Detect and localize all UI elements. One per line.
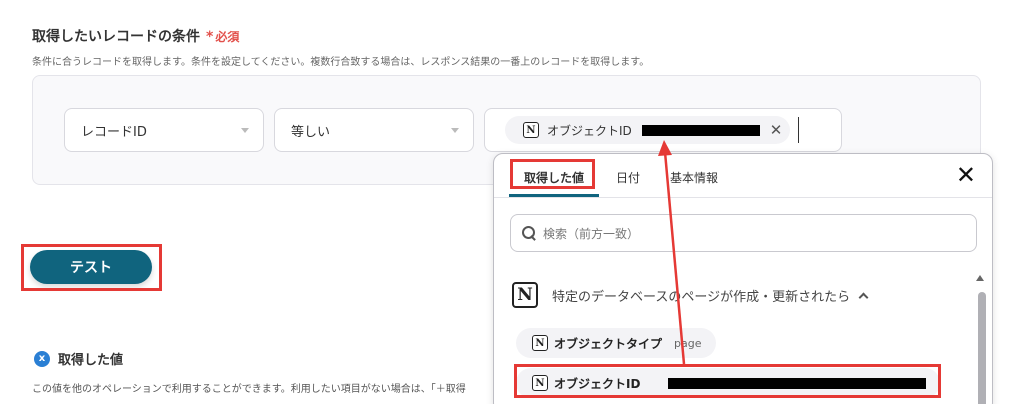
page: 取得したいレコードの条件 * 必須 条件に合うレコードを取得します。条件を設定してく… (0, 0, 1025, 404)
annotation-arrow (658, 140, 686, 365)
